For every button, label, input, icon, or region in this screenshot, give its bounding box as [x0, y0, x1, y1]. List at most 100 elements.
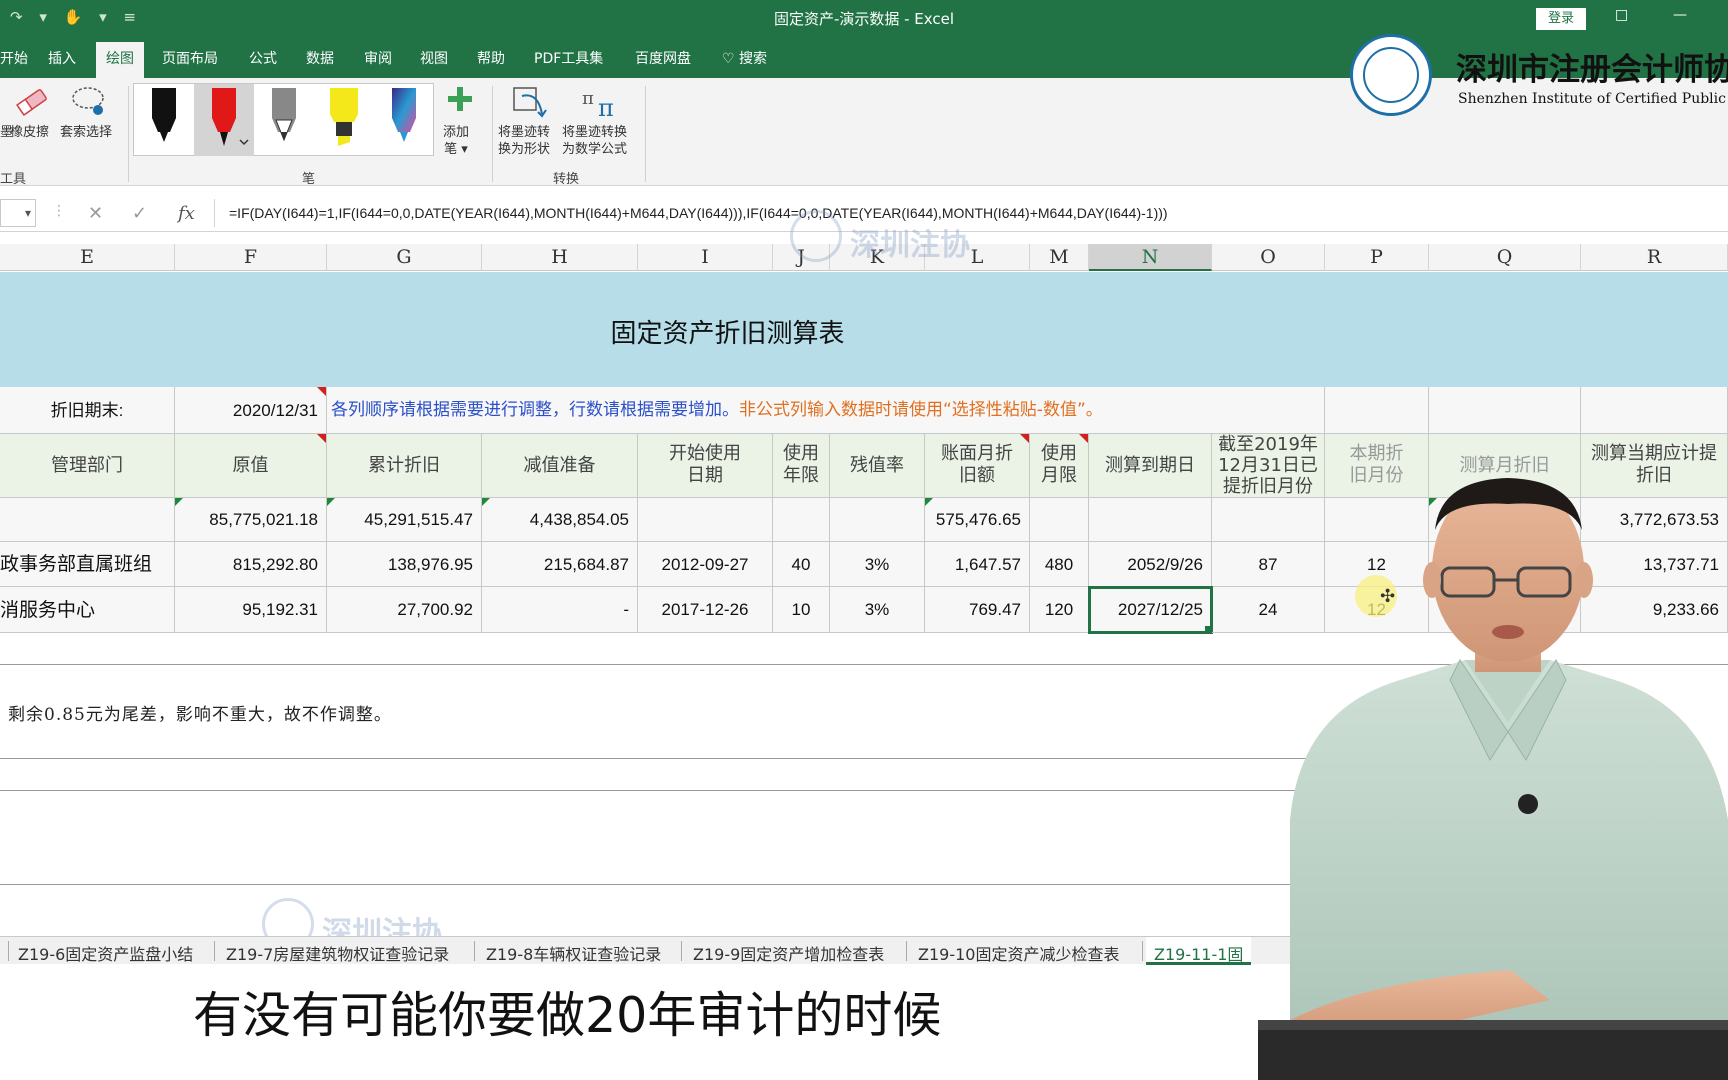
sheet-tab[interactable]: Z19-9固定资产增加检查表 [693, 941, 884, 965]
insert-function-icon[interactable]: fx [178, 203, 195, 224]
cell[interactable] [1429, 387, 1581, 434]
table-cell[interactable]: 1,647.57 [925, 542, 1030, 587]
more-options-icon[interactable]: ⋮ [52, 203, 66, 219]
tab-home[interactable]: 开始 [0, 48, 28, 68]
table-cell[interactable]: 815,292.80 [175, 542, 327, 587]
table-cell[interactable]: 10 [773, 587, 830, 633]
active-cell[interactable]: 2027/12/25 [1088, 586, 1213, 634]
column-header-i[interactable]: I [638, 244, 773, 271]
tab-view[interactable]: 视图 [420, 48, 448, 68]
login-button[interactable]: 登录 [1536, 8, 1586, 30]
header-cell[interactable]: 使用 年限 [773, 434, 830, 498]
total-cell[interactable]: 575,476.65 [925, 498, 1030, 542]
column-header-n[interactable]: N [1089, 244, 1212, 271]
cancel-icon[interactable]: ✕ [88, 203, 103, 224]
tab-data[interactable]: 数据 [306, 48, 334, 68]
header-cell[interactable]: 减值准备 [482, 434, 638, 498]
table-cell[interactable]: 2052/9/26 [1089, 542, 1212, 587]
table-cell[interactable]: 120 [1030, 587, 1089, 633]
sheet-tab[interactable]: Z19-10固定资产减少检查表 [918, 941, 1119, 965]
department-cell[interactable]: 政事务部直属班组 [0, 542, 175, 587]
sheet-tab[interactable]: Z19-6固定资产监盘小结 [18, 941, 193, 965]
pen-galaxy[interactable] [374, 84, 434, 156]
column-header-m[interactable]: M [1030, 244, 1089, 271]
tab-review[interactable]: 审阅 [364, 48, 392, 68]
ink-to-math-button[interactable]: ππ [580, 82, 624, 122]
column-header-q[interactable]: Q [1429, 244, 1581, 271]
table-cell[interactable]: 3% [830, 542, 925, 587]
table-cell[interactable]: 40 [773, 542, 830, 587]
tab-draw[interactable]: 绘图 [96, 42, 144, 78]
lasso-icon [72, 87, 104, 115]
table-cell[interactable]: - [482, 587, 638, 633]
table-cell[interactable]: 27,700.92 [327, 587, 482, 633]
department-cell[interactable]: 消服务中心 [0, 587, 175, 633]
total-cell[interactable]: 45,291,515.47 [327, 498, 482, 542]
header-cell[interactable]: 账面月折 旧额 [925, 434, 1030, 498]
total-cell[interactable] [0, 498, 175, 542]
minimize-icon[interactable]: — [1673, 7, 1687, 23]
column-header-h[interactable]: H [482, 244, 638, 271]
total-cell-text: 4,438,854.05 [529, 510, 629, 529]
pen-red[interactable] [194, 84, 254, 156]
add-pen-label: 添加 笔 ▾ [443, 125, 470, 157]
add-pen-button[interactable] [445, 84, 479, 118]
table-cell[interactable]: 138,976.95 [327, 542, 482, 587]
total-cell[interactable] [638, 498, 773, 542]
table-cell[interactable]: 215,684.87 [482, 542, 638, 587]
period-value[interactable]: 2020/12/31 [175, 387, 327, 434]
table-cell[interactable]: 2017-12-26 [638, 587, 773, 633]
total-cell[interactable] [830, 498, 925, 542]
name-box-dropdown[interactable]: ▾ [0, 199, 36, 227]
tab-baidu-netdisk[interactable]: 百度网盘 [635, 48, 691, 68]
header-cell[interactable]: 管理部门 [0, 434, 175, 498]
total-cell[interactable] [773, 498, 830, 542]
sheet-tab-active[interactable]: Z19-11-1固 [1146, 937, 1252, 965]
header-cell[interactable]: 残值率 [830, 434, 925, 498]
total-cell[interactable]: 4,438,854.05 [482, 498, 638, 542]
tab-insert[interactable]: 插入 [48, 48, 76, 68]
table-cell[interactable]: 480 [1030, 542, 1089, 587]
tab-formulas[interactable]: 公式 [249, 48, 277, 68]
tab-search[interactable]: ♡ 搜索 [722, 48, 767, 68]
column-header-e[interactable]: E [0, 244, 175, 271]
tab-help[interactable]: 帮助 [477, 48, 505, 68]
total-cell[interactable] [1089, 498, 1212, 542]
formula-input[interactable]: =IF(DAY(I644)=1,IF(I644=0,0,DATE(YEAR(I6… [214, 199, 1728, 227]
header-cell[interactable]: 原值 [175, 434, 327, 498]
highlighter-yellow[interactable] [314, 84, 374, 156]
presenter-video-overlay [1258, 478, 1728, 1080]
header-cell[interactable]: 开始使用 日期 [638, 434, 773, 498]
cell[interactable] [1581, 387, 1728, 434]
header-cell[interactable]: 测算到期日 [1089, 434, 1212, 498]
sheet-tab[interactable]: Z19-7房屋建筑物权证查验记录 [226, 941, 449, 965]
column-header-r[interactable]: R [1581, 244, 1728, 271]
table-cell[interactable]: 95,192.31 [175, 587, 327, 633]
column-header-p[interactable]: P [1325, 244, 1429, 271]
sheet-tab[interactable]: Z19-8车辆权证查验记录 [486, 941, 661, 965]
pen-black[interactable] [134, 84, 194, 156]
confirm-icon[interactable]: ✓ [132, 203, 147, 224]
ribbon-display-options-icon[interactable]: □ [1615, 7, 1628, 23]
column-header-f[interactable]: F [175, 244, 327, 271]
table-cell[interactable]: 3% [830, 587, 925, 633]
tab-page-layout[interactable]: 页面布局 [162, 48, 218, 68]
tab-pdf-tools[interactable]: PDF工具集 [534, 48, 603, 68]
table-cell[interactable]: 2012-09-27 [638, 542, 773, 587]
header-cell[interactable]: 使用 月限 [1030, 434, 1089, 498]
total-cell[interactable] [1030, 498, 1089, 542]
tab-separator [906, 941, 907, 961]
pencil-gray[interactable] [254, 84, 314, 156]
period-label[interactable]: 折旧期末: [0, 387, 175, 434]
tab-separator [8, 941, 9, 961]
instruction-cell[interactable]: 各列顺序请根据需要进行调整，行数请根据需要增加。非公式列输入数据时请使用“选择性… [327, 387, 1325, 434]
column-header-g[interactable]: G [327, 244, 482, 271]
column-header-o[interactable]: O [1212, 244, 1325, 271]
header-cell[interactable]: 累计折旧 [327, 434, 482, 498]
cell[interactable] [1325, 387, 1429, 434]
total-cell[interactable]: 85,775,021.18 [175, 498, 327, 542]
footnote-text[interactable]: 剩余0.85元为尾差，影响不重大，故不作调整。 [8, 700, 392, 725]
ink-to-shape-button[interactable] [508, 82, 552, 122]
table-cell[interactable]: 769.47 [925, 587, 1030, 633]
total-cell-text: 45,291,515.47 [364, 510, 473, 529]
